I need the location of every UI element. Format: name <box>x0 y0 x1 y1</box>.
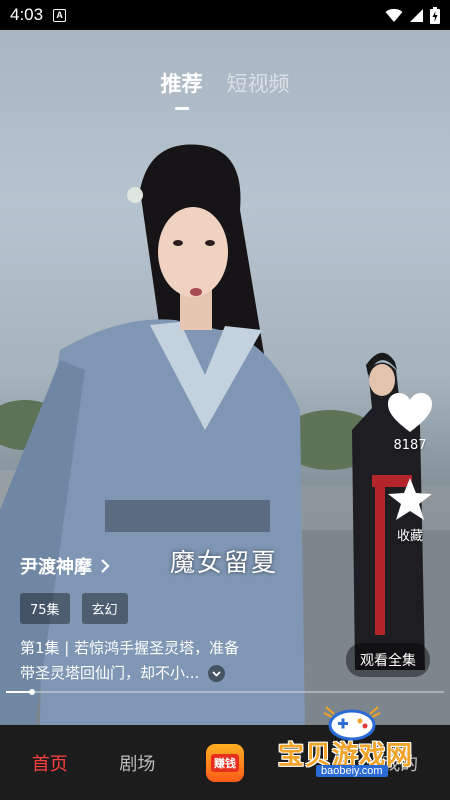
progress-bar[interactable] <box>6 689 444 695</box>
drama-title-link[interactable]: 尹渡神摩 <box>20 553 320 579</box>
battery-icon <box>430 6 440 24</box>
episode-desc-line-1: 第1集 | 若惊鸿手握圣灵塔，准备 <box>20 639 240 657</box>
earn-label: 赚钱 <box>210 753 239 772</box>
nav-earn[interactable]: 赚钱 <box>190 743 260 782</box>
progress-knob[interactable] <box>29 689 35 695</box>
tab-recommend[interactable]: 推荐 <box>160 68 203 110</box>
episode-description[interactable]: 第1集 | 若惊鸿手握圣灵塔，准备 带圣灵塔回仙门，却不小... <box>20 636 282 686</box>
episode-count-tag[interactable]: 75集 <box>20 593 70 624</box>
status-bar: 4:03 A <box>0 0 450 30</box>
wifi-icon <box>385 8 403 22</box>
drama-title: 尹渡神摩 <box>20 557 92 578</box>
notification-a-icon: A <box>53 8 67 22</box>
status-icons <box>385 6 440 24</box>
tab-recommend-label: 推荐 <box>160 72 203 96</box>
chevron-right-icon <box>101 559 110 573</box>
top-tabs: 推荐 短视频 <box>0 68 450 110</box>
drama-info: 尹渡神摩 75集 玄幻 第1集 | 若惊鸿手握圣灵塔，准备 带圣灵塔回仙门，却不… <box>20 553 320 686</box>
signal-icon <box>410 8 423 22</box>
earn-gift-icon: 赚钱 <box>205 743 244 782</box>
expand-chevron-icon[interactable] <box>208 665 226 682</box>
like-heart-icon[interactable] <box>387 392 433 434</box>
drama-tags: 75集 玄幻 <box>20 593 320 624</box>
nav-theater[interactable]: 剧场 <box>102 750 172 776</box>
tab-indicator <box>174 107 189 110</box>
side-actions: 8187 收藏 <box>384 392 436 544</box>
watch-all-button[interactable]: 观看全集 <box>346 643 430 677</box>
like-count: 8187 <box>393 438 427 453</box>
genre-tag[interactable]: 玄幻 <box>81 593 128 624</box>
tab-short-video-label: 短视频 <box>226 72 290 96</box>
nav-home[interactable]: 首页 <box>15 750 85 776</box>
episode-desc-line-2: 带圣灵塔回仙门，却不小... <box>20 664 200 682</box>
video-player[interactable]: 推荐 短视频 8187 收藏 魔女留夏 尹渡神摩 75集 玄幻 第1集 | 若惊… <box>0 30 450 725</box>
status-time: 4:03 <box>10 5 44 24</box>
tab-short-video[interactable]: 短视频 <box>227 68 290 98</box>
favorite-label: 收藏 <box>396 529 423 544</box>
site-watermark-url: baobeiy.com <box>316 765 388 777</box>
favorite-star-icon[interactable] <box>387 477 433 521</box>
site-watermark: 宝贝游戏网 baobeiy.com <box>270 705 450 780</box>
